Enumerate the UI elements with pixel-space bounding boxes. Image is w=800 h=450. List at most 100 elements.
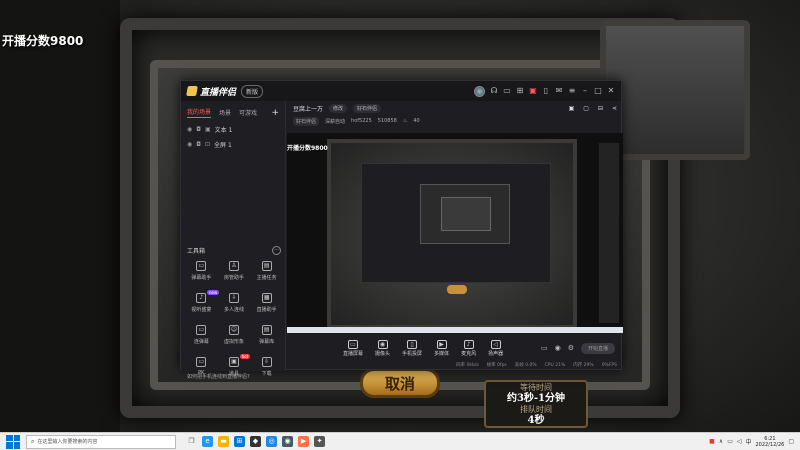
- hearthstone-icon[interactable]: ✦: [314, 436, 325, 447]
- start-stream-button[interactable]: 开始直播: [580, 342, 615, 354]
- cancel-queue-button[interactable]: 取消: [360, 368, 440, 398]
- tool-item[interactable]: ▦ 直播助手: [250, 293, 283, 313]
- task-view-icon[interactable]: ❐: [186, 436, 197, 447]
- room-category-chip[interactable]: 好石伴侣: [353, 103, 382, 113]
- notification-icon[interactable]: ▢: [788, 438, 794, 445]
- control-label: 扬声器: [488, 350, 504, 357]
- control-screen[interactable]: ▭ 直播屏幕: [343, 339, 363, 357]
- taskbar-apps: ❐ e ▬ ⊞ ◆ ◎ ◉ ▶ ✦: [186, 436, 325, 447]
- ime-indicator[interactable]: 中: [745, 437, 751, 446]
- folder-icon[interactable]: ▬: [218, 436, 229, 447]
- settings-gear-icon[interactable]: ⚙: [568, 344, 574, 352]
- headset-icon[interactable]: ☊: [490, 87, 498, 95]
- mail-icon[interactable]: ✉: [555, 87, 563, 95]
- minimize-icon[interactable]: –: [581, 87, 589, 95]
- status-drop: 丢帧 0.0%: [514, 363, 537, 368]
- close-icon[interactable]: ✕: [607, 87, 615, 95]
- control-camera[interactable]: ◉ 摄像头: [375, 339, 391, 357]
- control-mic[interactable]: ♪ 麦克风: [461, 339, 477, 357]
- screen-icon: ⊡: [205, 141, 211, 148]
- control-media[interactable]: ▶ 多媒体: [434, 339, 449, 357]
- tool-item[interactable]: ▤ 弹幕库: [250, 325, 283, 345]
- browser-icon[interactable]: ◎: [266, 436, 277, 447]
- tool-item[interactable]: ▭ 弹幕助手: [185, 261, 218, 281]
- queue-time-value: 4秒: [527, 415, 545, 426]
- tool-item[interactable]: ♪ new 视听盛宴: [185, 290, 220, 313]
- control-speaker[interactable]: ◁ 扬声器: [488, 339, 504, 357]
- gift-icon[interactable]: ▣: [529, 87, 537, 95]
- tool-label: 弹幕库: [259, 339, 275, 345]
- lock-icon[interactable]: ◘: [196, 141, 201, 148]
- tool-icon: ☺: [228, 325, 239, 335]
- clock-date: 2022/12/26: [755, 441, 785, 448]
- taskbar-clock[interactable]: 6:21 2022/12/26: [756, 436, 785, 448]
- eye-icon[interactable]: ◉: [187, 126, 192, 133]
- tool-icon: ⇩: [228, 293, 239, 303]
- toolbox-header: 工具箱 ···: [187, 246, 281, 255]
- taskbar-search[interactable]: ⌕ 在这里输入你要搜索的内容: [26, 434, 176, 449]
- tool-item[interactable]: ▭ 连弹幕: [185, 325, 218, 345]
- windows-start-icon[interactable]: [6, 434, 20, 449]
- stream-actions: ▭ ◉ ⚙ 开始直播: [541, 342, 623, 354]
- tool-label: 主播任务: [256, 275, 277, 281]
- record-icon[interactable]: ▭: [541, 344, 548, 352]
- main-panel: 豆腐上一万 修改 好石伴侣 ▣ ▢ ⊟ ⋖ 好石伴侣 深耕自动 hof5225 …: [287, 101, 623, 371]
- preview-eye-icon[interactable]: ◉: [555, 344, 561, 352]
- tool-icon: ▤: [261, 261, 272, 271]
- preview-taskbar: [287, 327, 623, 333]
- version-badge[interactable]: 新版: [241, 84, 264, 98]
- cart-icon[interactable]: ⊞: [516, 87, 524, 95]
- store-icon[interactable]: ⊞: [234, 436, 245, 447]
- tool-item[interactable]: ♙ 房管助手: [218, 261, 251, 281]
- preview-cancel-button: [447, 285, 467, 294]
- gift-box-icon[interactable]: ▣: [569, 105, 575, 112]
- stream-app-icon[interactable]: ▶: [298, 436, 309, 447]
- tool-label: 虚拟形象: [223, 339, 244, 345]
- tab-games[interactable]: 可游戏: [239, 108, 257, 117]
- stream-preview[interactable]: 开播分数9800: [287, 133, 623, 333]
- network-icon[interactable]: ▭: [727, 438, 733, 445]
- edge-icon[interactable]: e: [202, 436, 213, 447]
- tool-icon: ▦: [261, 293, 272, 303]
- tab-scenes[interactable]: 场景: [219, 108, 231, 117]
- more-icon[interactable]: ···: [272, 246, 281, 255]
- add-source-icon[interactable]: +: [271, 108, 279, 118]
- steam-icon[interactable]: ◉: [282, 436, 293, 447]
- toolbox-grid: ▭ 弹幕助手 ♙ 房管助手 ▤ 主播任务 ♪ new 视听盛宴 ⇩ 多人连线 ▦ 直播助手 ▭…: [185, 261, 283, 377]
- bookmark-icon[interactable]: ▯: [542, 87, 550, 95]
- lock-icon[interactable]: ◘: [196, 126, 201, 133]
- control-phone[interactable]: ▯ 手机投屏: [402, 339, 422, 357]
- fire-icon: ♨: [402, 118, 408, 124]
- phone-link-tip[interactable]: 如何把手机连线到直播伴侣?: [187, 373, 250, 380]
- maximize-icon[interactable]: □: [594, 87, 602, 95]
- control-label: 麦克风: [461, 350, 477, 357]
- toolbox-title: 工具箱: [187, 248, 206, 255]
- chevron-up-icon[interactable]: ∧: [719, 438, 723, 445]
- tool-item[interactable]: ▤ 主播任务: [250, 261, 283, 281]
- tool-icon: ▭: [196, 261, 207, 271]
- chat-icon[interactable]: ▭: [503, 87, 511, 95]
- source-item[interactable]: ◉ ◘ ⊡ 全屏 1: [181, 137, 285, 152]
- eye-icon[interactable]: ◉: [187, 141, 192, 148]
- source-label: 全屏 1: [214, 142, 232, 149]
- bag-icon[interactable]: ⊟: [598, 105, 603, 112]
- tray-app-icon[interactable]: ■: [709, 438, 715, 445]
- menu-icon[interactable]: ≡: [568, 87, 576, 95]
- source-item[interactable]: ◉ ◘ ▣ 文本 1: [181, 122, 285, 137]
- share-box-icon[interactable]: ▢: [583, 105, 589, 112]
- tool-item[interactable]: ⇩ 多人连线: [218, 293, 251, 313]
- share-icon[interactable]: ⋖: [612, 105, 617, 112]
- media-icon: ▶: [436, 339, 447, 349]
- microphone-icon: ♪: [463, 339, 474, 349]
- game-app-icon[interactable]: ◆: [250, 436, 261, 447]
- tab-my-scenes[interactable]: 我的场景: [187, 107, 212, 118]
- app-titlebar: 直播伴侣 新版 ☊ ▭ ⊞ ▣ ▯ ✉ ≡ – □ ✕: [181, 81, 621, 101]
- room-info-bar: 好石伴侣 深耕自动 hof5225 510858 ♨ 40: [287, 115, 623, 127]
- edit-title-button[interactable]: 修改: [329, 103, 348, 113]
- preview-side-strip: [599, 143, 619, 323]
- control-label: 摄像头: [375, 350, 391, 357]
- tool-item[interactable]: ⇩ 下载: [250, 357, 283, 377]
- tool-item[interactable]: ☺ 虚拟形象: [218, 325, 251, 345]
- volume-icon[interactable]: ◁: [737, 438, 742, 445]
- user-avatar[interactable]: [474, 85, 485, 97]
